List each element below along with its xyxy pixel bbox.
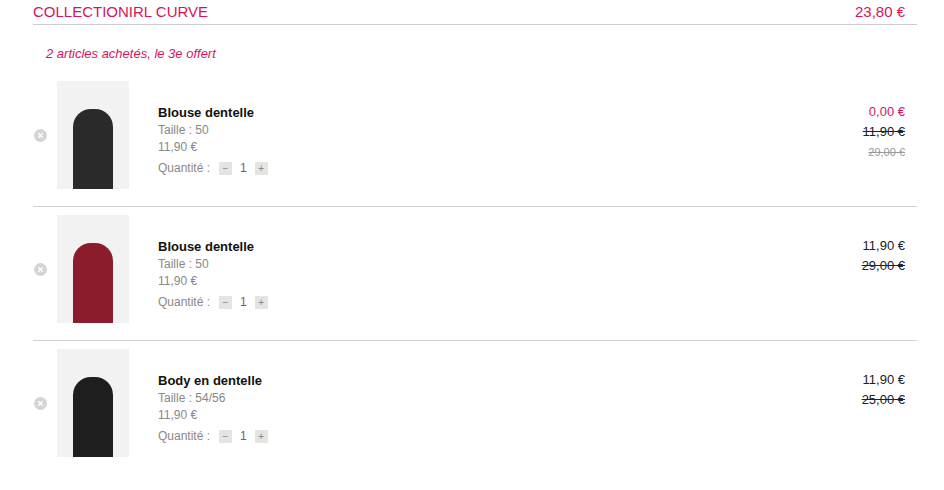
decrease-button[interactable]: −	[219, 296, 232, 309]
price-line: 29,00 €	[868, 142, 905, 162]
cart-page: COLLECTIONIRL CURVE 23,80 €2 articles ach…	[0, 0, 944, 490]
product-name[interactable]: Body en dentelle	[158, 372, 268, 390]
quantity-label: Quantité :	[158, 294, 210, 311]
product-size: Taille : 54/56	[158, 390, 268, 407]
increase-button[interactable]: +	[255, 162, 268, 175]
price-line: 29,00 €	[862, 256, 905, 276]
cart-item: Blouse dentelleTaille : 5011,90 €Quantit…	[33, 207, 917, 341]
decrease-button[interactable]: −	[219, 430, 232, 443]
product-photo[interactable]	[57, 349, 129, 457]
quantity-label: Quantité :	[158, 428, 210, 445]
price-block: 11,90 €29,00 €	[862, 215, 917, 276]
price-line: 11,90 €	[863, 122, 905, 142]
product-photo[interactable]	[57, 215, 129, 323]
price-block: 0,00 €11,90 €29,00 €	[863, 81, 917, 162]
price-line: 11,90 €	[863, 236, 905, 256]
product-unit-price: 11,90 €	[158, 273, 268, 290]
decrease-button[interactable]: −	[219, 162, 232, 175]
quantity-value[interactable]: 1	[238, 294, 249, 311]
product-unit-price: 11,90 €	[158, 407, 268, 424]
product-name[interactable]: Blouse dentelle	[158, 238, 268, 256]
product-photo[interactable]	[57, 81, 129, 189]
cart-item: Blouse dentelleTaille : 5011,90 €Quantit…	[33, 73, 917, 207]
product-name[interactable]: Blouse dentelle	[158, 104, 268, 122]
product-size: Taille : 50	[158, 256, 268, 273]
price-block: 11,90 €25,00 €	[862, 349, 917, 410]
price-line: 11,90 €	[863, 370, 905, 390]
quantity-control: Quantité :−1 +	[158, 160, 268, 177]
group-header: COLLECTIONIRL CURVE 23,80 €	[33, 0, 917, 25]
group-title: COLLECTIONIRL CURVE	[33, 1, 208, 24]
quantity-value[interactable]: 1	[238, 160, 249, 177]
product-unit-price: 11,90 €	[158, 139, 268, 156]
quantity-label: Quantité :	[158, 160, 210, 177]
group-total: 23,80 €	[855, 1, 917, 24]
increase-button[interactable]: +	[255, 430, 268, 443]
cart-item: Body en dentelleTaille : 54/5611,90 €Qua…	[33, 341, 917, 474]
quantity-control: Quantité :−1 +	[158, 294, 268, 311]
promo-text: 2 articles achetés, le 3e offert	[33, 25, 917, 73]
price-line: 25,00 €	[862, 390, 905, 410]
increase-button[interactable]: +	[255, 296, 268, 309]
remove-icon[interactable]	[34, 129, 47, 142]
quantity-value[interactable]: 1	[238, 428, 249, 445]
remove-icon[interactable]	[34, 397, 47, 410]
product-size: Taille : 50	[158, 122, 268, 139]
price-line: 0,00 €	[869, 102, 905, 122]
quantity-control: Quantité :−1 +	[158, 428, 268, 445]
remove-icon[interactable]	[34, 263, 47, 276]
